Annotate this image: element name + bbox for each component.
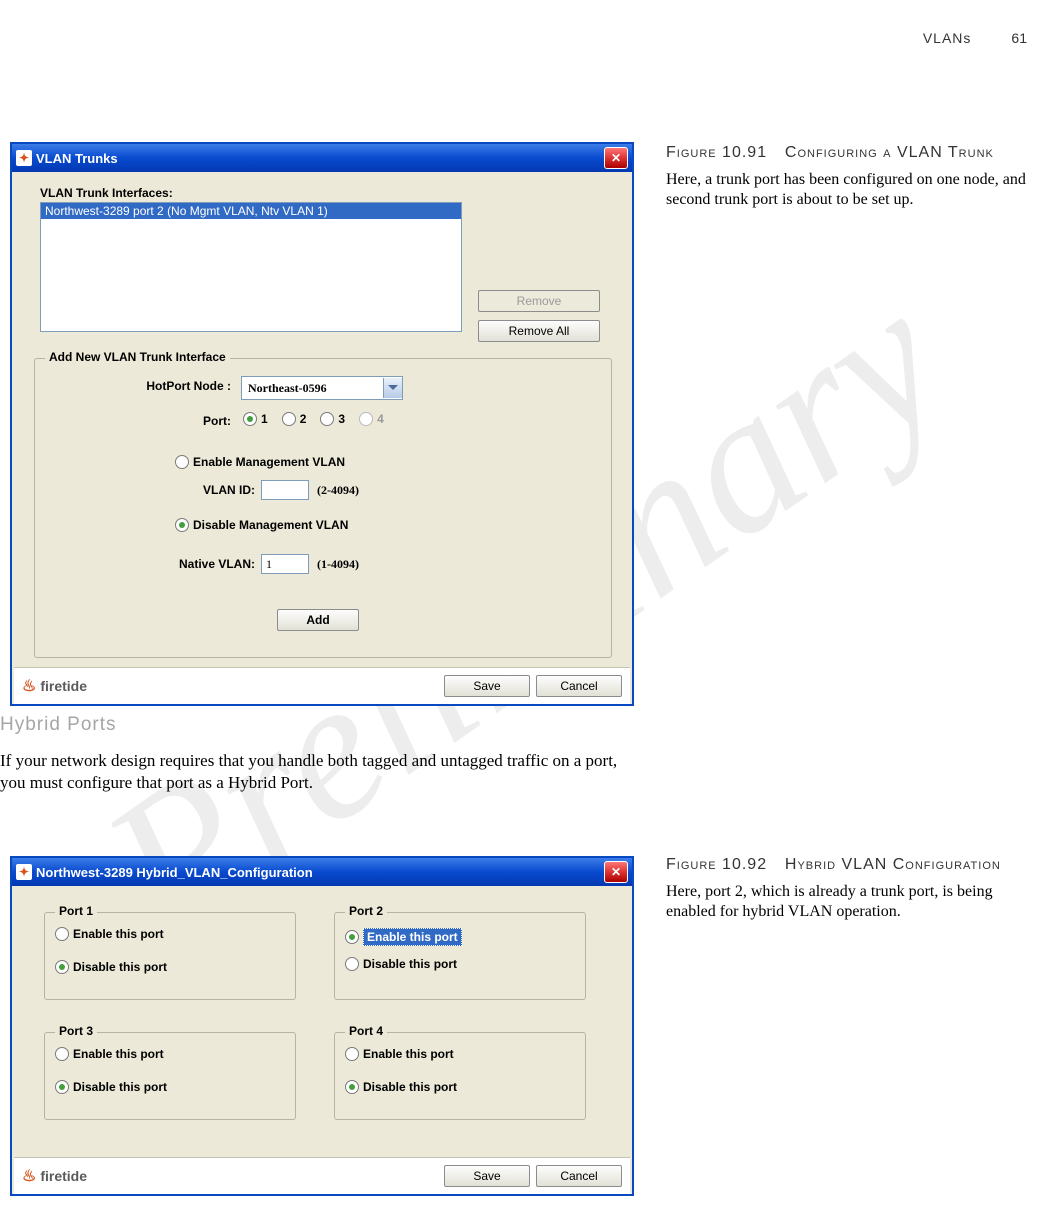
figure-title: Configuring a VLAN Trunk (785, 144, 994, 161)
remove-button: Remove (478, 290, 600, 312)
hotport-label: HotPort Node : (51, 379, 231, 393)
list-item[interactable]: Northwest-3289 port 2 (No Mgmt VLAN, Ntv… (41, 203, 461, 219)
port-radio-1[interactable]: 1 (243, 412, 268, 426)
vlan-id-hint: (2-4094) (317, 483, 359, 498)
port-radio-2[interactable]: 2 (282, 412, 307, 426)
save-button[interactable]: Save (444, 1165, 530, 1187)
disable-mgmt-vlan-radio[interactable]: Disable Management VLAN (175, 518, 348, 532)
port1-group: Port 1 Enable this port Disable this por… (44, 912, 296, 1000)
hotport-value: Northeast-0596 (242, 381, 383, 396)
port2-legend: Port 2 (345, 904, 387, 918)
page-header: VLANs 61 (923, 30, 1027, 46)
app-icon: ✦ (16, 150, 32, 166)
port1-disable-radio[interactable]: Disable this port (55, 960, 167, 974)
chevron-down-icon[interactable] (383, 378, 402, 398)
header-section: VLANs (923, 30, 972, 46)
close-icon[interactable]: ✕ (604, 147, 628, 169)
header-page-number: 61 (1011, 30, 1027, 46)
port2-disable-radio[interactable]: Disable this port (345, 957, 457, 971)
port3-disable-radio[interactable]: Disable this port (55, 1080, 167, 1094)
section-paragraph: If your network design requires that you… (0, 750, 630, 794)
port4-enable-radio[interactable]: Enable this port (345, 1047, 454, 1061)
close-icon[interactable]: ✕ (604, 861, 628, 883)
brand-logo: ♨firetide (22, 1166, 87, 1186)
remove-all-button[interactable]: Remove All (478, 320, 600, 342)
section-heading: Hybrid Ports (0, 714, 117, 736)
enable-mgmt-vlan-radio[interactable]: Enable Management VLAN (175, 455, 345, 469)
figure-title: Hybrid VLAN Configuration (785, 856, 1001, 873)
port1-legend: Port 1 (55, 904, 97, 918)
port-label: Port: (51, 414, 231, 428)
vlan-interfaces-list[interactable]: Northwest-3289 port 2 (No Mgmt VLAN, Ntv… (40, 202, 462, 332)
dialog-footer: ♨firetide Save Cancel (14, 1157, 630, 1194)
save-button[interactable]: Save (444, 675, 530, 697)
figure-desc: Here, port 2, which is already a trunk p… (666, 882, 1026, 922)
app-icon: ✦ (16, 864, 32, 880)
vlan-id-input[interactable] (261, 480, 309, 500)
figure-caption-1: Figure 10.91 Configuring a VLAN Trunk He… (666, 144, 1026, 210)
port2-enable-radio[interactable]: Enable this port (345, 928, 462, 946)
dialog-titlebar[interactable]: ✦ VLAN Trunks ✕ (12, 144, 632, 172)
figure-desc: Here, a trunk port has been configured o… (666, 170, 1026, 210)
port4-legend: Port 4 (345, 1024, 387, 1038)
hybrid-vlan-dialog: ✦ Northwest-3289 Hybrid_VLAN_Configurati… (10, 856, 634, 1196)
port2-group: Port 2 Enable this port Disable this por… (334, 912, 586, 1000)
figure-label: Figure 10.92 (666, 856, 767, 873)
dialog-title: VLAN Trunks (36, 151, 118, 166)
port4-group: Port 4 Enable this port Disable this por… (334, 1032, 586, 1120)
brand-logo: ♨firetide (22, 676, 87, 696)
port3-legend: Port 3 (55, 1024, 97, 1038)
add-button[interactable]: Add (277, 609, 359, 631)
port1-enable-radio[interactable]: Enable this port (55, 927, 164, 941)
native-vlan-hint: (1-4094) (317, 557, 359, 572)
port-radio-3[interactable]: 3 (320, 412, 345, 426)
dialog-title: Northwest-3289 Hybrid_VLAN_Configuration (36, 865, 313, 880)
vlan-interfaces-label: VLAN Trunk Interfaces: (40, 186, 173, 200)
cancel-button[interactable]: Cancel (536, 1165, 622, 1187)
native-vlan-label: Native VLAN: (55, 557, 255, 571)
dialog-footer: ♨firetide Save Cancel (14, 667, 630, 704)
port-radio-4: 4 (359, 412, 384, 426)
flame-icon: ♨ (22, 676, 36, 696)
flame-icon: ♨ (22, 1166, 36, 1186)
native-vlan-input[interactable] (261, 554, 309, 574)
figure-label: Figure 10.91 (666, 144, 767, 161)
port3-enable-radio[interactable]: Enable this port (55, 1047, 164, 1061)
figure-caption-2: Figure 10.92 Hybrid VLAN Configuration H… (666, 856, 1026, 922)
vlan-id-label: VLAN ID: (55, 483, 255, 497)
port4-disable-radio[interactable]: Disable this port (345, 1080, 457, 1094)
cancel-button[interactable]: Cancel (536, 675, 622, 697)
add-trunk-group: Add New VLAN Trunk Interface HotPort Nod… (34, 358, 612, 658)
dialog-titlebar[interactable]: ✦ Northwest-3289 Hybrid_VLAN_Configurati… (12, 858, 632, 886)
group-legend: Add New VLAN Trunk Interface (45, 350, 230, 364)
vlan-trunks-dialog: ✦ VLAN Trunks ✕ VLAN Trunk Interfaces: N… (10, 142, 634, 706)
port3-group: Port 3 Enable this port Disable this por… (44, 1032, 296, 1120)
hotport-dropdown[interactable]: Northeast-0596 (241, 376, 403, 400)
